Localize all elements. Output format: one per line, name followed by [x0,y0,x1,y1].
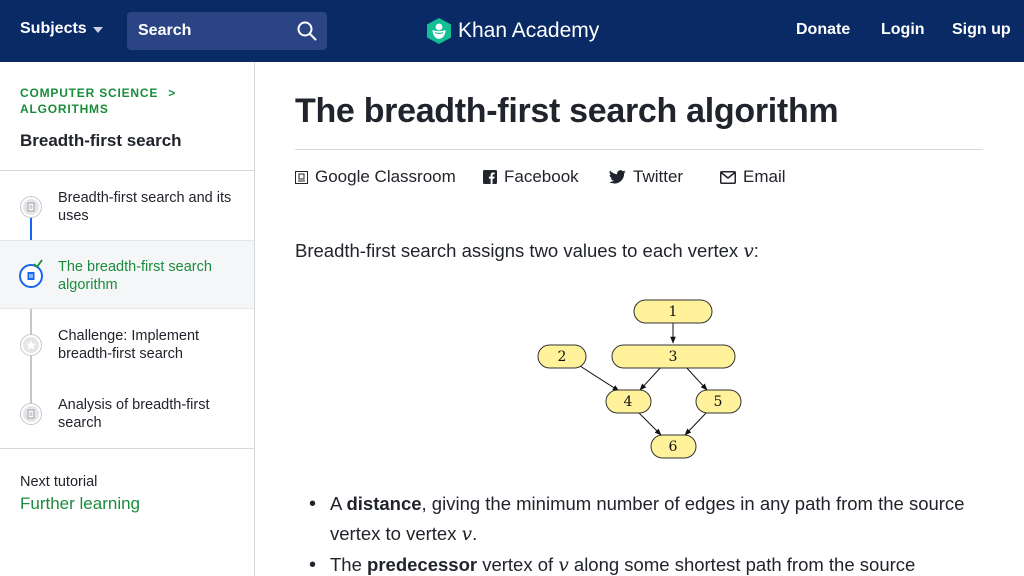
share-label: Email [743,167,786,186]
khan-academy-logo[interactable]: Khan Academy [426,17,599,45]
breadcrumb-separator: > [168,86,177,100]
tutorial-sidebar: COMPUTER SCIENCE > ALGORITHMS Breadth-fi… [0,62,255,576]
article-check-icon [21,266,41,286]
twitter-icon [609,170,626,184]
share-google-classroom[interactable]: Google Classroom [295,167,456,187]
google-classroom-icon [295,170,308,184]
donate-link[interactable]: Donate [796,21,850,39]
intro-end: : [753,240,759,261]
graph-edge [684,411,708,436]
star-icon [21,335,41,355]
search-icon[interactable] [297,21,317,41]
bfs-graph-diagram: 1 2 3 4 5 6 [537,299,742,459]
login-link[interactable]: Login [881,21,925,39]
next-tutorial-link[interactable]: Further learning [20,494,140,514]
graph-node-label: 5 [714,394,723,410]
sidebar-divider [0,170,255,171]
logo-text: Khan Academy [458,19,600,42]
sidebar-item-analysis[interactable]: Analysis of breadth-first search [0,379,254,448]
graph-node-label: 4 [624,394,633,410]
sidebar-divider [0,448,255,449]
bfs-values-list: A distance, giving the minimum number of… [309,489,989,576]
share-email[interactable]: Email [720,167,786,187]
breadcrumb-course[interactable]: COMPUTER SCIENCE > [20,86,176,100]
sidebar-item-label: Breadth-first search and its uses [58,190,232,224]
list-item: A distance, giving the minimum number of… [309,489,989,550]
bullet-text: A [330,493,347,514]
article-icon [21,404,41,424]
signup-link[interactable]: Sign up [952,21,1011,39]
graph-node-label: 6 [669,439,678,455]
share-twitter[interactable]: Twitter [609,167,683,187]
graph-node-label: 1 [669,304,678,320]
next-tutorial-label: Next tutorial [20,474,98,490]
sidebar-item-label: The breadth-first search algorithm [58,259,212,293]
bullet-text: , giving the minimum number of edges in … [330,493,965,544]
graph-edge [684,365,708,391]
facebook-icon [483,170,497,184]
bullet-text: vertex of [477,554,559,575]
subjects-menu[interactable]: Subjects [20,20,103,38]
search-box[interactable]: Search [127,12,327,50]
share-label: Google Classroom [315,167,456,186]
bullet-variable: v [461,524,473,545]
graph-node-label: 3 [669,349,678,365]
share-facebook[interactable]: Facebook [483,167,579,187]
breadcrumb-unit[interactable]: ALGORITHMS [20,102,109,116]
sidebar-item-label: Analysis of breadth-first search [58,397,210,431]
search-label: Search [138,22,192,39]
checkmark-icon [33,259,43,268]
sidebar-item-bfs-algorithm[interactable]: The breadth-first search algorithm [0,240,254,309]
list-item: The predecessor vertex of v along some s… [309,550,989,576]
email-icon [720,170,736,184]
chevron-down-icon [92,27,103,33]
sidebar-item-challenge[interactable]: Challenge: Implement breadth-first searc… [0,310,254,379]
bullet-text: . [472,523,478,544]
intro-paragraph: Breadth-first search assigns two values … [295,240,759,262]
graph-edge [639,365,663,391]
title-divider [295,149,983,150]
intro-text: Breadth-first search assigns two values … [295,240,744,261]
graph-edge [579,365,620,392]
share-label: Facebook [504,167,579,186]
bullet-text: along some shortest path from the source [568,554,916,575]
leaf-hexagon-logo-icon [427,18,451,44]
sidebar-item-bfs-uses[interactable]: Breadth-first search and its uses [0,172,254,241]
bullet-variable: v [558,555,569,576]
sidebar-item-label: Challenge: Implement breadth-first searc… [58,328,200,362]
article-icon [21,197,41,217]
top-nav-bar: Subjects Search Khan Academy Donate Logi… [0,0,1024,62]
bullet-text: The [330,554,368,575]
bullet-term: distance [346,493,422,514]
bullet-term: predecessor [367,554,478,575]
tutorial-title: Breadth-first search [20,131,182,150]
graph-edge [637,411,662,436]
share-label: Twitter [633,167,684,186]
intro-variable: v [743,241,754,262]
article-title: The breadth-first search algorithm [295,92,839,130]
subjects-label: Subjects [20,20,87,37]
graph-node-label: 2 [558,349,567,365]
breadcrumb-course-label: COMPUTER SCIENCE [20,86,159,100]
